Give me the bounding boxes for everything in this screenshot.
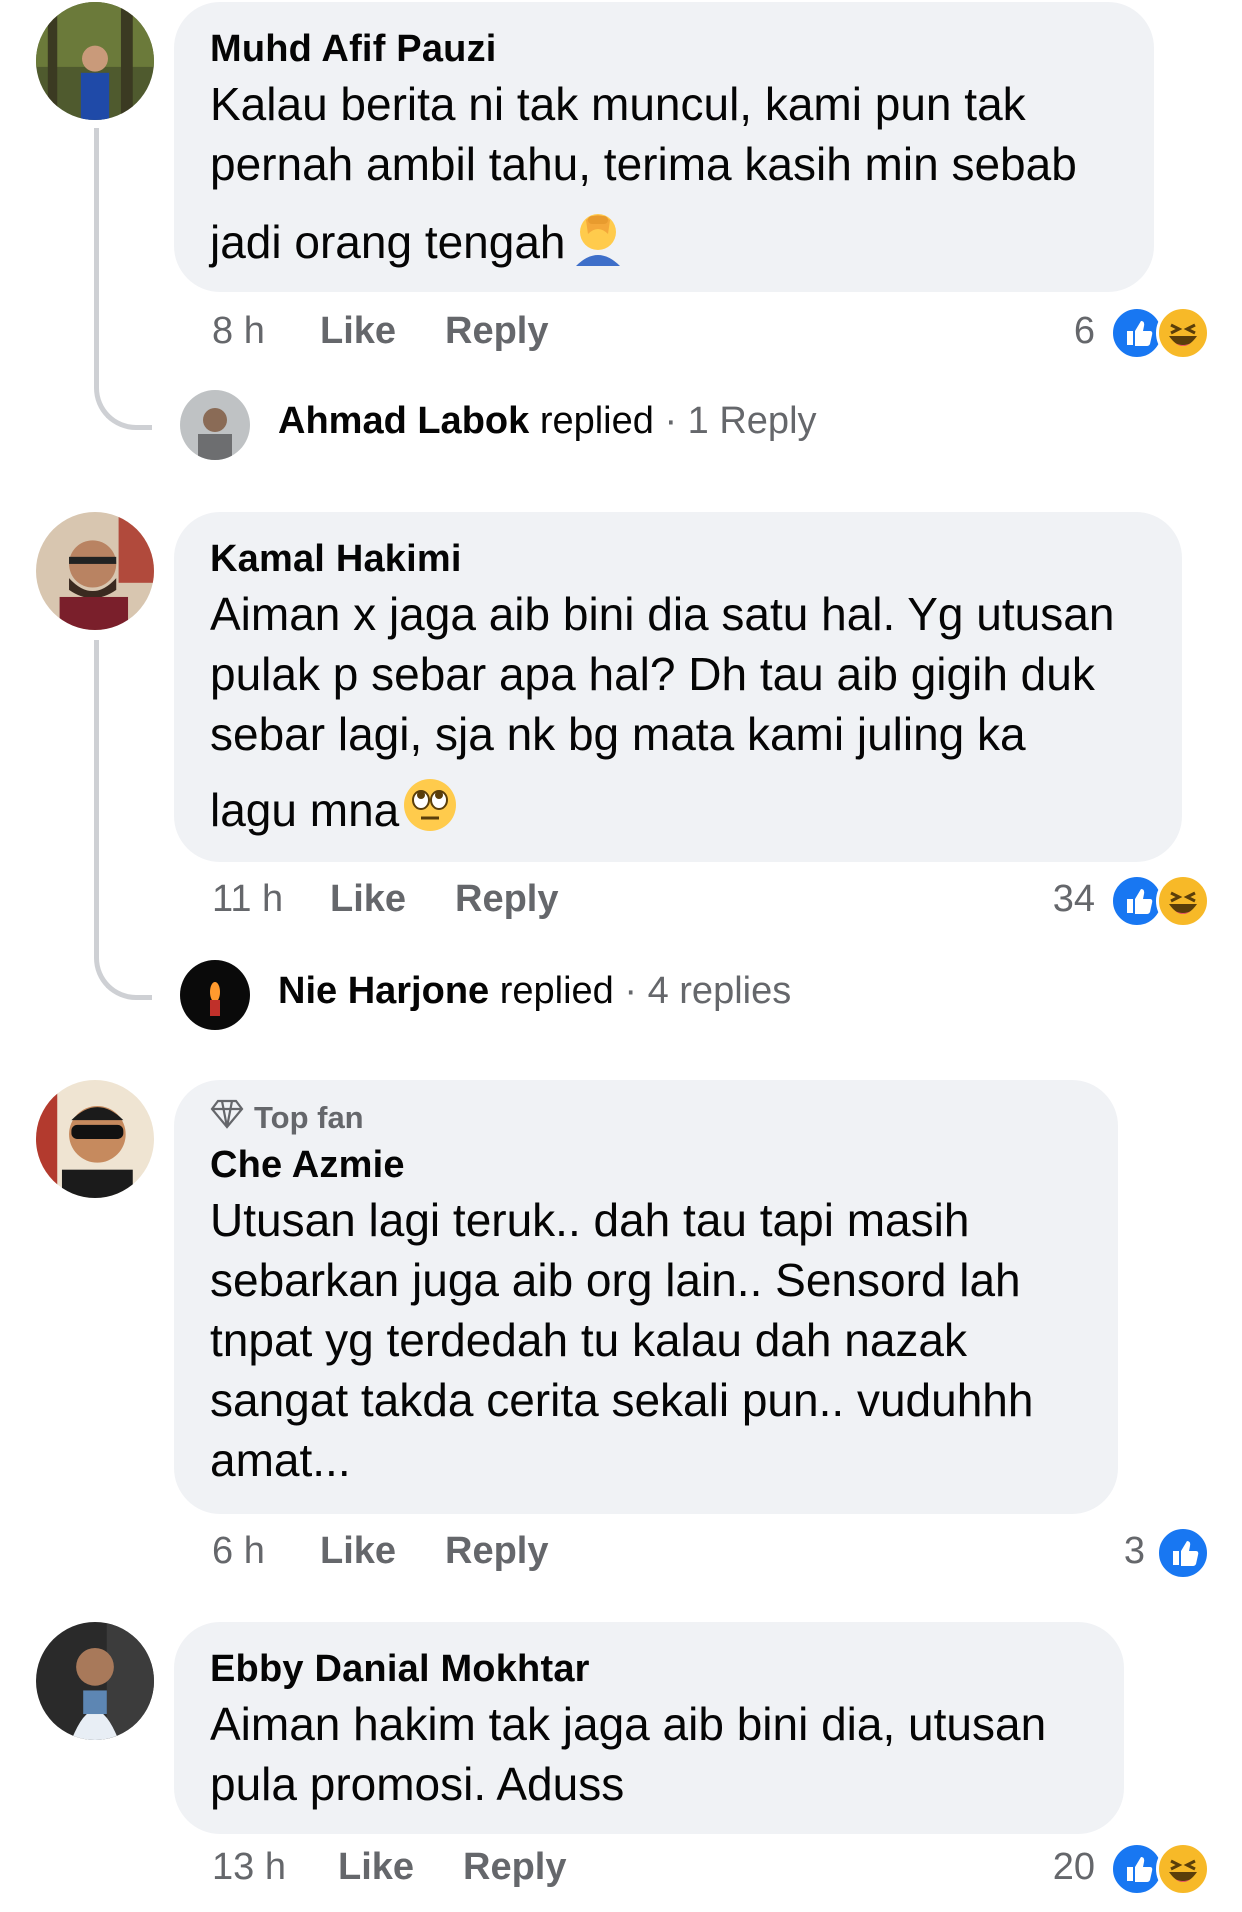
haha-icon — [1156, 306, 1210, 360]
comment-bubble[interactable]: Kamal Hakimi Aiman x jaga aib bini dia s… — [174, 512, 1182, 862]
comment-author[interactable]: Ebby Danial Mokhtar — [210, 1646, 1088, 1692]
haha-icon — [1156, 874, 1210, 928]
reply-button[interactable]: Reply — [445, 310, 548, 353]
comment-meta: 11 h Like Reply — [212, 878, 812, 928]
view-replies-link[interactable]: Nie Harjone replied · 4 replies — [278, 970, 791, 1013]
comment-meta: 13 h Like Reply — [212, 1846, 812, 1896]
thread-line — [94, 640, 152, 1000]
comment-bubble[interactable]: Top fan Che Azmie Utusan lagi teruk.. da… — [174, 1080, 1118, 1514]
comment-bubble[interactable]: Ebby Danial Mokhtar Aiman hakim tak jaga… — [174, 1622, 1124, 1834]
diamond-icon — [210, 1099, 244, 1137]
comment-time[interactable]: 11 h — [212, 878, 283, 921]
like-button[interactable]: Like — [320, 1530, 396, 1573]
like-button[interactable]: Like — [338, 1846, 414, 1889]
reaction-count[interactable]: 20 — [1020, 1846, 1095, 1889]
reply-button[interactable]: Reply — [463, 1846, 566, 1889]
reaction-count[interactable]: 6 — [1040, 310, 1095, 353]
eye-roll-emoji — [401, 776, 459, 848]
like-button[interactable]: Like — [320, 310, 396, 353]
like-icon — [1156, 1526, 1210, 1580]
comment-bubble[interactable]: Muhd Afif Pauzi Kalau berita ni tak munc… — [174, 2, 1154, 292]
avatar[interactable] — [180, 960, 250, 1030]
comment-text: Utusan lagi teruk.. dah tau tapi masih s… — [210, 1194, 1034, 1486]
reaction-count[interactable]: 34 — [1020, 878, 1095, 921]
comment-author[interactable]: Kamal Hakimi — [210, 536, 1146, 582]
facepalm-emoji — [568, 206, 628, 280]
like-button[interactable]: Like — [330, 878, 406, 921]
thread-line — [94, 128, 152, 430]
avatar[interactable] — [36, 1622, 154, 1740]
haha-icon — [1156, 1842, 1210, 1896]
avatar[interactable] — [36, 2, 154, 120]
comment-time[interactable]: 13 h — [212, 1846, 286, 1889]
comment-meta: 8 h Like Reply — [212, 310, 812, 360]
reply-button[interactable]: Reply — [455, 878, 558, 921]
top-fan-badge: Top fan — [210, 1096, 1082, 1140]
avatar[interactable] — [36, 1080, 154, 1198]
reply-button[interactable]: Reply — [445, 1530, 548, 1573]
comment-text: Aiman x jaga aib bini dia satu hal. Yg u… — [210, 584, 1146, 848]
avatar[interactable] — [36, 512, 154, 630]
reaction-count[interactable]: 3 — [1090, 1530, 1145, 1573]
comment-text: Kalau berita ni tak muncul, kami pun tak… — [210, 74, 1118, 280]
comment-meta: 6 h Like Reply — [212, 1530, 812, 1580]
avatar[interactable] — [180, 390, 250, 460]
comment-author[interactable]: Muhd Afif Pauzi — [210, 26, 1118, 72]
comment-author[interactable]: Che Azmie — [210, 1142, 1082, 1188]
view-replies-link[interactable]: Ahmad Labok replied · 1 Reply — [278, 400, 817, 443]
comment-text: Aiman hakim tak jaga aib bini dia, utusa… — [210, 1698, 1047, 1810]
comment-time[interactable]: 6 h — [212, 1530, 265, 1573]
comment-time[interactable]: 8 h — [212, 310, 265, 353]
